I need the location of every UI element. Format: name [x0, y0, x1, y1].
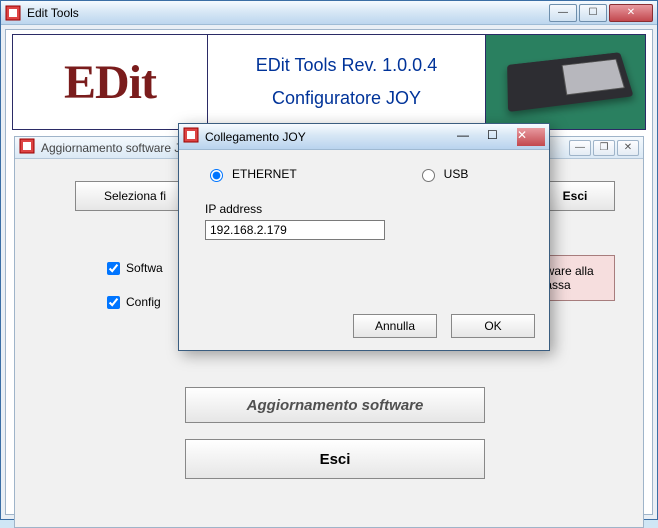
main-title: Edit Tools [27, 6, 549, 20]
usb-radio[interactable] [422, 169, 435, 182]
update-software-button[interactable]: Aggiornamento software [185, 387, 485, 423]
logo-text: EDit [64, 55, 156, 110]
child-app-icon [19, 138, 35, 157]
header-titles: EDit Tools Rev. 1.0.0.4 Configuratore JO… [208, 35, 485, 129]
dialog-titlebar: Collegamento JOY — ☐ ✕ [179, 124, 549, 150]
usb-radio-label: USB [444, 167, 469, 181]
header-line1: EDit Tools Rev. 1.0.0.4 [256, 55, 437, 76]
app-icon [5, 5, 21, 21]
dialog-title: Collegamento JOY [205, 130, 457, 144]
child-restore-button[interactable]: ❐ [593, 140, 615, 156]
dialog-body: ETHERNET USB IP address Annulla OK [179, 150, 549, 350]
header-band: EDit EDit Tools Rev. 1.0.0.4 Configurato… [12, 34, 646, 130]
dialog-app-icon [183, 127, 199, 146]
device-icon [507, 52, 634, 112]
cancel-button[interactable]: Annulla [353, 314, 437, 338]
main-close-button[interactable]: ✕ [609, 4, 653, 22]
ok-button[interactable]: OK [451, 314, 535, 338]
connection-type-radios: ETHERNET USB [205, 166, 531, 182]
main-titlebar: Edit Tools — ☐ ✕ [1, 1, 657, 25]
software-checkbox-row[interactable]: Softwa [107, 261, 163, 275]
usb-radio-row[interactable]: USB [417, 166, 469, 182]
config-checkbox-row[interactable]: Config [107, 295, 161, 309]
ethernet-radio-label: ETHERNET [232, 167, 297, 181]
connection-dialog: Collegamento JOY — ☐ ✕ ETHERNET USB IP a… [178, 123, 550, 351]
dialog-min-button[interactable]: — [457, 128, 485, 146]
child-close-button[interactable]: ✕ [617, 140, 639, 156]
ip-address-label: IP address [205, 202, 531, 216]
software-checkbox-label: Softwa [126, 261, 163, 275]
exit-bottom-button[interactable]: Esci [185, 439, 485, 479]
ip-address-input[interactable] [205, 220, 385, 240]
header-line2: Configuratore JOY [272, 88, 421, 109]
dialog-max-button[interactable]: ☐ [487, 128, 515, 146]
child-min-button[interactable]: — [569, 140, 591, 156]
logo-box: EDit [13, 35, 208, 129]
device-photo [485, 35, 645, 129]
ethernet-radio-row[interactable]: ETHERNET [205, 166, 297, 182]
config-checkbox-label: Config [126, 295, 161, 309]
software-checkbox[interactable] [107, 262, 120, 275]
config-checkbox[interactable] [107, 296, 120, 309]
main-max-button[interactable]: ☐ [579, 4, 607, 22]
ethernet-radio[interactable] [210, 169, 223, 182]
select-file-button[interactable]: Seleziona fi [75, 181, 195, 211]
dialog-close-button[interactable]: ✕ [517, 128, 545, 146]
main-min-button[interactable]: — [549, 4, 577, 22]
